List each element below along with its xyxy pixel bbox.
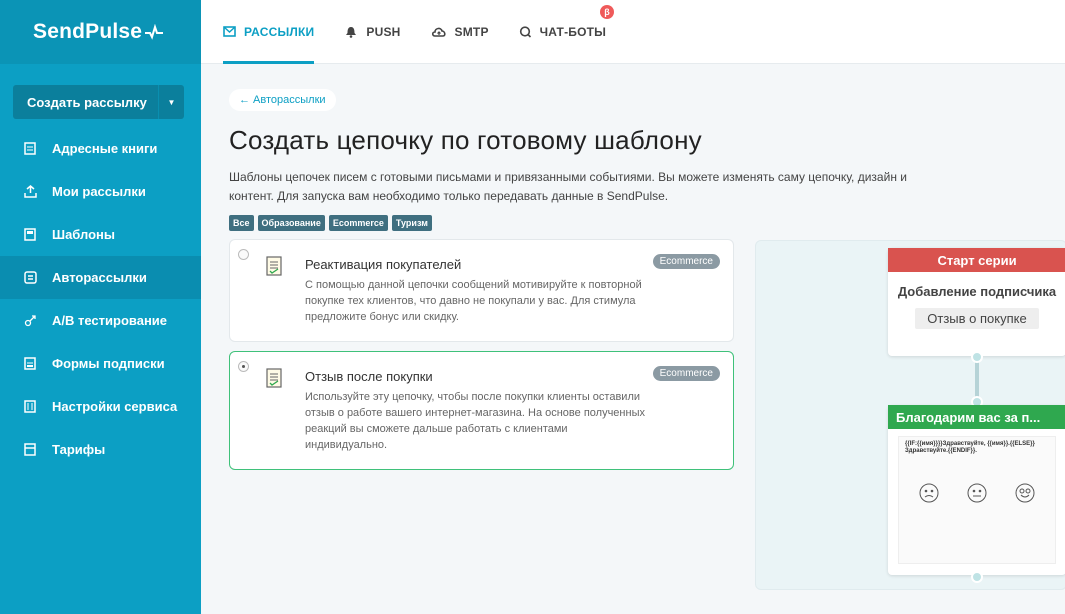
cloud-icon [431,26,447,38]
filter-tourism[interactable]: Туризм [391,215,432,231]
sidebar: SendPulse Создать рассылку ▼ Адресные кн… [0,0,201,614]
category-filters: Все Образование Ecommerce Туризм [229,215,1065,231]
sidebar-item-label: Настройки сервиса [52,399,178,414]
document-icon [266,256,282,281]
sad-face-icon [919,483,939,503]
email-preview-thumbnail: {{IF:{{имя}}}}Здравствуйте, {{имя}}.{{EL… [898,436,1056,564]
start-node: Старт серии Добавление подписчика Отзыв … [888,248,1065,356]
email-node: Благодарим вас за п... {{IF:{{имя}}}}Здр… [888,405,1065,575]
sidebar-item-ab-testing[interactable]: A/B тестирование [0,299,201,342]
tab-label: PUSH [366,24,401,39]
pulse-icon [145,24,164,40]
tab-smtp[interactable]: SMTP [431,0,489,64]
beta-badge: β [600,4,615,19]
chain-preview: Старт серии Добавление подписчика Отзыв … [755,240,1065,590]
logo-text: SendPulse [33,20,143,43]
sidebar-item-label: Авторассылки [52,270,147,285]
sidebar-item-label: Тарифы [52,442,106,457]
autoresponder-icon [23,271,37,285]
category-badge: Ecommerce [652,366,720,381]
flow-dot [971,351,983,363]
rating-faces [905,483,1049,503]
send-icon [23,185,37,199]
page-description: Шаблоны цепочек писем с готовыми письмам… [229,170,907,203]
address-book-icon [23,142,37,156]
sidebar-item-label: A/B тестирование [52,313,168,328]
chevron-down-icon[interactable]: ▼ [158,85,184,119]
email-node-title: Благодарим вас за п... [888,405,1065,429]
filter-ecommerce[interactable]: Ecommerce [328,215,388,231]
sidebar-item-service-settings[interactable]: Настройки сервиса [0,385,201,428]
sidebar-item-autoresponders[interactable]: Авторассылки [0,256,201,299]
form-icon [23,357,37,371]
sendpulse-logo[interactable]: SendPulse [33,20,164,44]
back-to-autoresponders-link[interactable]: ← Авторассылки [229,89,336,111]
template-card-reactivation[interactable]: Реактивация покупателей С помощью данной… [229,239,734,342]
sidebar-item-address-books[interactable]: Адресные книги [0,127,201,170]
template-icon [23,228,37,242]
template-radio[interactable] [238,249,249,260]
template-card-review[interactable]: Отзыв после покупки Используйте эту цепо… [229,351,734,470]
ab-test-icon [23,314,37,328]
start-node-subtitle: Добавление подписчика [897,284,1057,299]
logo-bar: SendPulse [0,0,201,64]
template-radio[interactable] [238,361,249,372]
sidebar-item-label: Адресные книги [52,141,158,156]
category-badge: Ecommerce [652,254,720,269]
chat-icon [519,25,532,38]
sidebar-nav: Адресные книги Мои рассылки Шаблоны Авто… [0,127,201,471]
tab-label: SMTP [454,24,489,39]
top-nav: РАССЫЛКИ PUSH SMTP ЧАТ-БОТЫ β [201,0,1065,64]
pricing-icon [23,443,37,457]
email-preview-snippet: {{IF:{{имя}}}}Здравствуйте, {{имя}}.{{EL… [905,441,1035,454]
tab-push[interactable]: PUSH [344,0,400,64]
start-node-event: Отзыв о покупке [915,308,1039,329]
template-description: С помощью данной цепочки сообщений мотив… [305,279,642,323]
start-node-title: Старт серии [888,248,1065,272]
template-description: Используйте эту цепочку, чтобы после пок… [305,391,645,451]
settings-icon [23,400,37,414]
tab-label: РАССЫЛКИ [244,24,315,39]
happy-face-icon [1015,483,1035,503]
neutral-face-icon [967,483,987,503]
filter-education[interactable]: Образование [257,215,325,231]
flow-connector [975,359,979,401]
main-content: ← Авторассылки Создать цепочку по готово… [229,64,1065,590]
tab-label: ЧАТ-БОТЫ [539,24,607,39]
tab-chatbots[interactable]: ЧАТ-БОТЫ β [519,0,615,64]
page-title: Создать цепочку по готовому шаблону [229,125,702,155]
bell-icon [344,26,358,38]
envelope-icon [223,26,236,37]
sidebar-item-label: Мои рассылки [52,184,146,199]
tab-campaigns[interactable]: РАССЫЛКИ [223,0,315,64]
flow-dot [971,571,983,583]
filter-all[interactable]: Все [229,215,254,231]
sidebar-item-label: Формы подписки [52,356,165,371]
create-campaign-button[interactable]: Создать рассылку ▼ [13,85,184,119]
sidebar-item-subscription-forms[interactable]: Формы подписки [0,342,201,385]
create-campaign-label: Создать рассылку [27,94,147,110]
sidebar-item-my-campaigns[interactable]: Мои рассылки [0,170,201,213]
template-list: Реактивация покупателей С помощью данной… [229,239,734,479]
sidebar-item-label: Шаблоны [52,227,115,242]
document-icon [266,368,282,393]
sidebar-item-templates[interactable]: Шаблоны [0,213,201,256]
sidebar-item-pricing[interactable]: Тарифы [0,428,201,471]
